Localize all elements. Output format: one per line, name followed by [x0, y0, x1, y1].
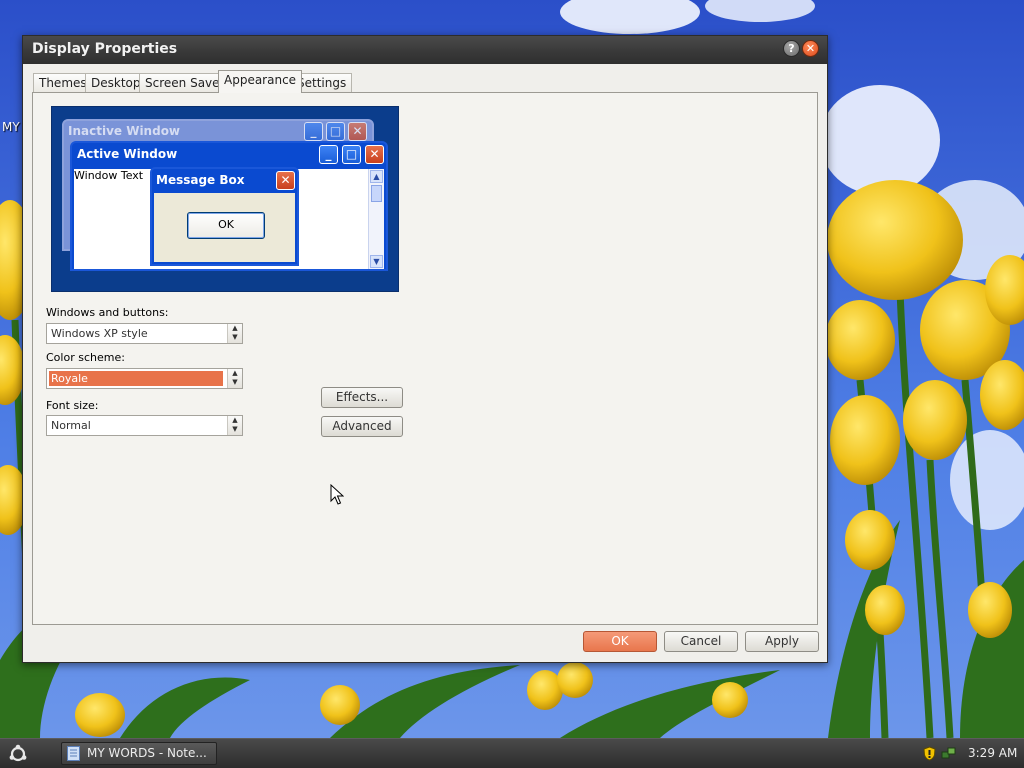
scroll-thumb [371, 185, 382, 202]
advanced-button[interactable]: Advanced [321, 416, 403, 437]
preview-window-text: Window Text [74, 169, 144, 182]
start-menu-icon[interactable] [8, 744, 28, 764]
display-properties-dialog: Display Properties ? ✕ Themes Desktop Sc… [22, 35, 828, 663]
preview-message-box: Message Box ✕ OK [150, 167, 299, 266]
maximize-icon: □ [342, 145, 361, 164]
windows-buttons-select[interactable]: Windows XP style ▲ ▼ [46, 323, 243, 344]
spin-arrows-icon: ▲ ▼ [227, 369, 242, 388]
taskbar-item-notepad[interactable]: MY WORDS - Note... [61, 742, 217, 765]
close-button[interactable]: ✕ [802, 40, 819, 57]
windows-buttons-value: Windows XP style [51, 327, 148, 340]
mouse-cursor-icon [330, 484, 344, 505]
scroll-up-icon: ▲ [370, 170, 383, 183]
preview-active-title: Active Window [77, 147, 178, 161]
spin-arrows-icon: ▲ ▼ [227, 324, 242, 343]
network-icon[interactable] [941, 746, 956, 761]
preview-scrollbar: ▲ ▼ [368, 169, 384, 269]
desktop-icon-label[interactable]: MY [2, 120, 20, 134]
tab-themes[interactable]: Themes [33, 73, 93, 92]
apply-button[interactable]: Apply [745, 631, 819, 652]
taskbar-item-label: MY WORDS - Note... [87, 746, 207, 760]
spin-arrows-icon: ▲ ▼ [227, 416, 242, 435]
appearance-preview: Inactive Window _ □ ✕ Active Window _ □ … [51, 106, 399, 292]
taskbar: MY WORDS - Note... 3:29 AM [0, 738, 1024, 768]
tab-screen-saver[interactable]: Screen Saver [139, 73, 231, 92]
close-icon: ✕ [365, 145, 384, 164]
system-clock[interactable]: 3:29 AM [968, 746, 1017, 760]
close-icon: ✕ [348, 122, 367, 141]
color-scheme-value: Royale [49, 371, 223, 386]
security-shield-icon[interactable] [922, 746, 937, 761]
preview-message-body: OK [154, 193, 295, 262]
close-icon: ✕ [276, 171, 295, 190]
ok-button[interactable]: OK [583, 631, 657, 652]
color-scheme-select[interactable]: Royale ▲ ▼ [46, 368, 243, 389]
tab-appearance[interactable]: Appearance [218, 70, 303, 93]
minimize-icon: _ [319, 145, 338, 164]
minimize-icon: _ [304, 122, 323, 141]
help-button[interactable]: ? [783, 40, 800, 57]
font-size-value: Normal [51, 419, 91, 432]
cancel-button[interactable]: Cancel [664, 631, 738, 652]
maximize-icon: □ [326, 122, 345, 141]
effects-button[interactable]: Effects... [321, 387, 403, 408]
dialog-title: Display Properties [32, 41, 178, 57]
color-scheme-label: Color scheme: [46, 351, 125, 364]
font-size-label: Font size: [46, 399, 99, 412]
tab-desktop[interactable]: Desktop [85, 73, 147, 92]
preview-ok-button: OK [187, 212, 265, 239]
title-bar[interactable]: Display Properties ? ✕ [23, 36, 827, 64]
scroll-down-icon: ▼ [370, 255, 383, 268]
notepad-icon [67, 746, 80, 761]
font-size-select[interactable]: Normal ▲ ▼ [46, 415, 243, 436]
windows-buttons-label: Windows and buttons: [46, 306, 169, 319]
